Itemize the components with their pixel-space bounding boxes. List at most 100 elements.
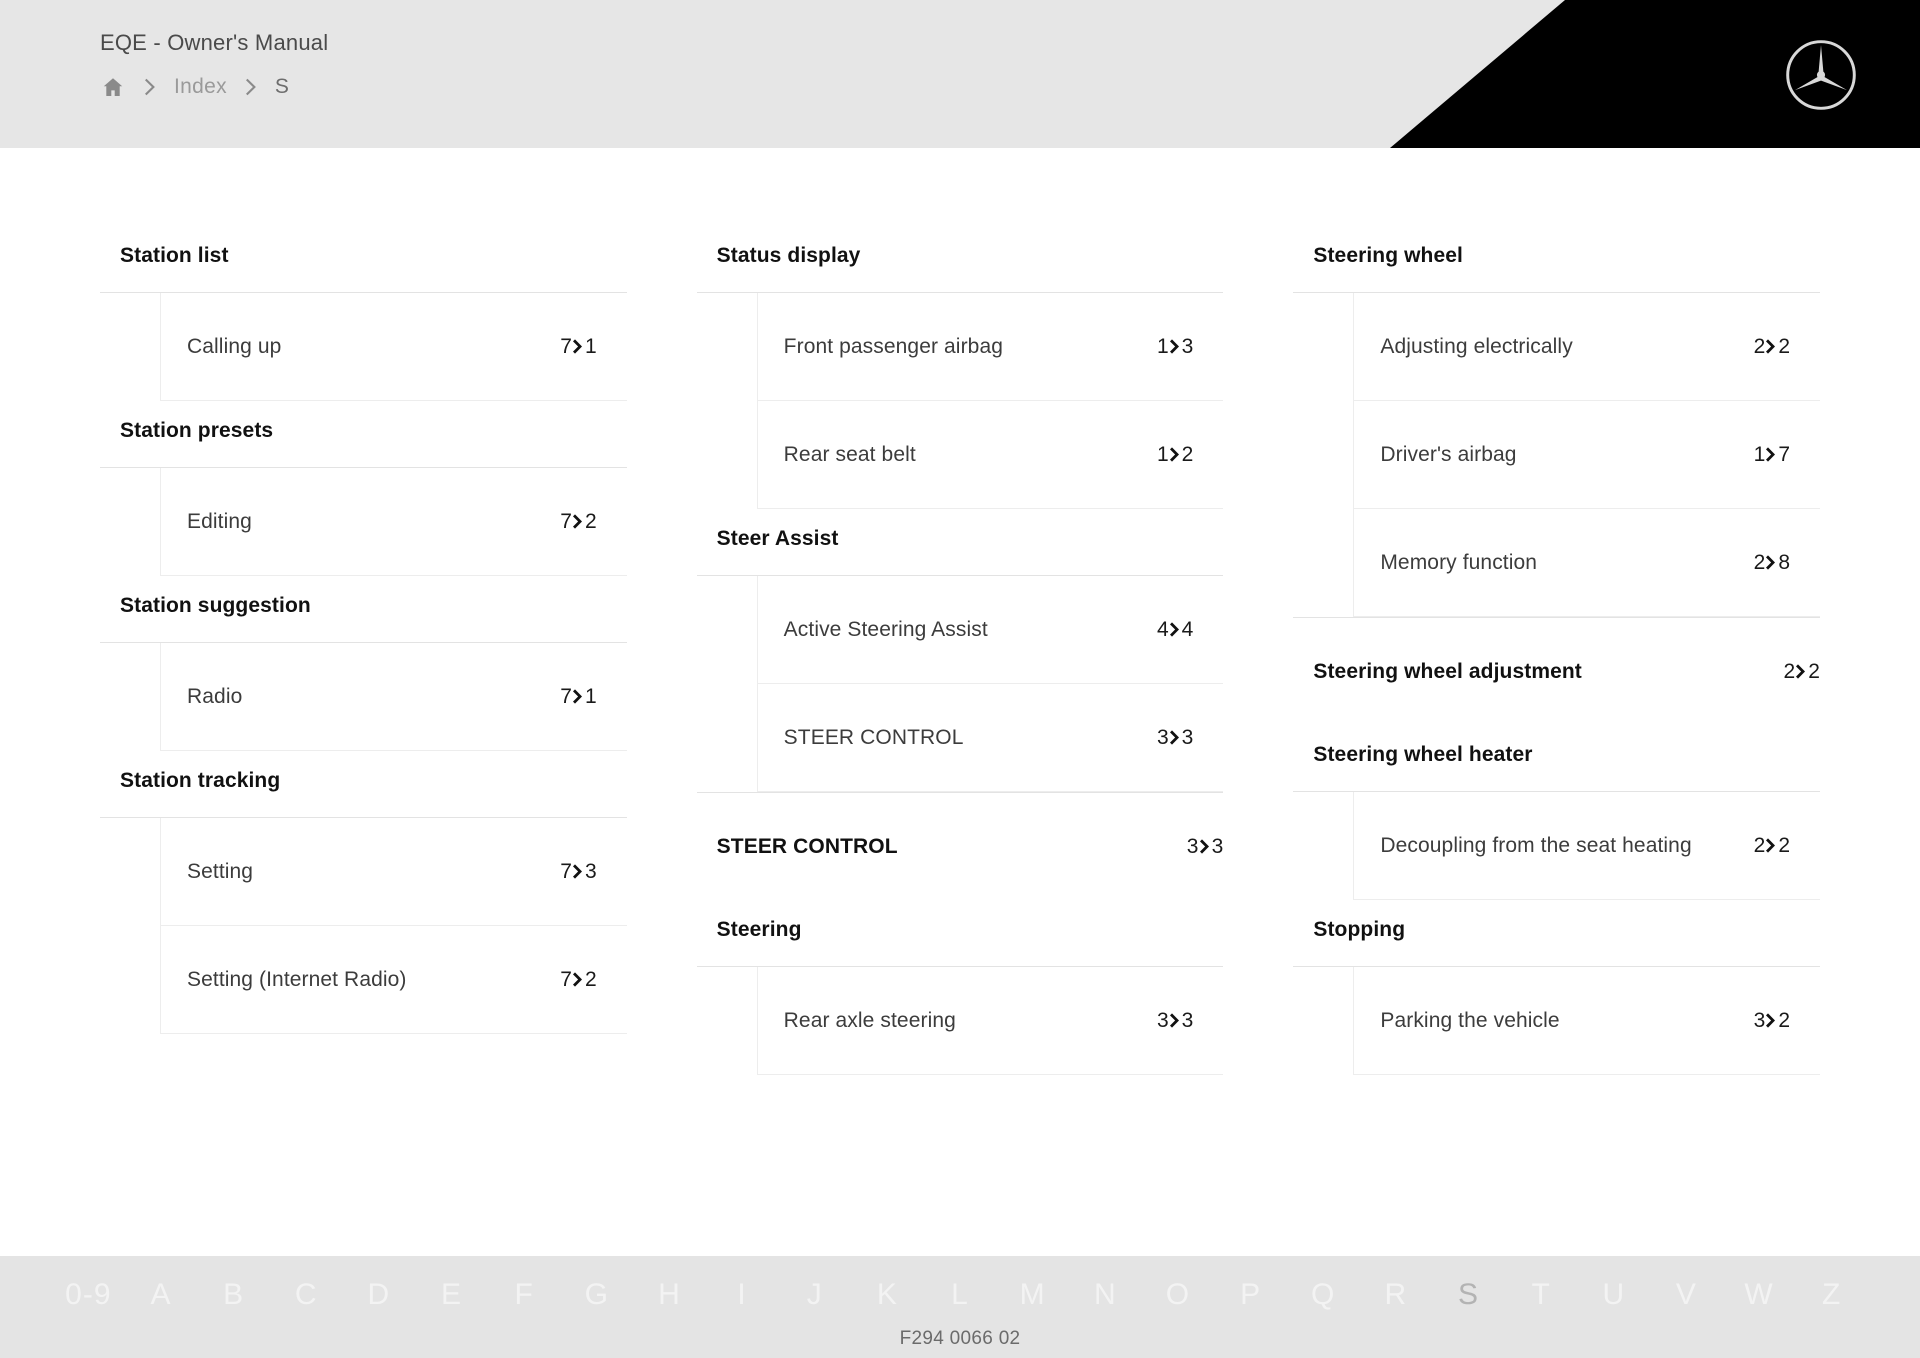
index-entry[interactable]: Radio 7 1 [160, 643, 627, 751]
alphabet-letter-d[interactable]: D [343, 1280, 416, 1310]
alphabet-letter-p[interactable]: P [1214, 1280, 1287, 1310]
index-entry[interactable]: Decoupling from the seat heating 2 2 [1353, 792, 1821, 900]
page-reference-page: 2 [1181, 442, 1194, 466]
index-entry[interactable]: Rear axle steering 3 3 [756, 967, 1224, 1075]
alphabet-letter-h[interactable]: H [633, 1280, 706, 1310]
index-entry[interactable]: Setting (Internet Radio) 7 2 [160, 926, 627, 1034]
alphabet-letter-w[interactable]: W [1723, 1280, 1796, 1310]
index-group-heading: Steering wheel heater [1293, 725, 1820, 785]
page-reference-page: 3 [584, 859, 597, 883]
page-reference-page: 3 [1181, 1008, 1194, 1032]
index-entry-list: Rear axle steering 3 3 [696, 966, 1224, 1075]
index-entry[interactable]: STEER CONTROL 3 3 [756, 684, 1224, 792]
page-reference[interactable]: 44 [1157, 618, 1193, 642]
page-reference[interactable]: 22 [1754, 834, 1790, 858]
page-reference[interactable]: 32 [1754, 1009, 1790, 1033]
alphabet-letter-g[interactable]: G [560, 1280, 633, 1310]
index-group-title: Station presets [120, 419, 274, 442]
index-group-heading: Steering wheel [1293, 226, 1820, 286]
index-entry[interactable]: Rear seat belt 1 2 [756, 401, 1224, 509]
page-reference-page: 2 [584, 509, 597, 533]
index-group-title: Steer Assist [716, 527, 839, 550]
page-reference-page: 1 [584, 684, 597, 708]
page-reference[interactable]: 72 [560, 968, 596, 992]
alphabet-letter-r[interactable]: R [1360, 1280, 1433, 1310]
alphabet-letter-k[interactable]: K [851, 1280, 924, 1310]
alphabet-letter-a[interactable]: A [125, 1280, 198, 1310]
index-entry[interactable]: Calling up 7 1 [160, 293, 627, 401]
page-reference-page: 4 [1181, 617, 1194, 641]
page-reference[interactable]: 33 [1187, 835, 1224, 859]
alphabet-letter-m[interactable]: M [996, 1280, 1069, 1310]
alphabet-letter-u[interactable]: U [1577, 1280, 1650, 1310]
index-group-title: Station list [120, 244, 229, 267]
alphabet-letter-s[interactable]: S [1432, 1280, 1505, 1310]
index-group-heading: Steer Assist [697, 509, 1224, 569]
alphabet-letter-i[interactable]: I [706, 1280, 779, 1310]
chevron-right-icon [126, 78, 174, 96]
index-entry[interactable]: Parking the vehicle 3 2 [1353, 967, 1821, 1075]
alphabet-letter-b[interactable]: B [197, 1280, 270, 1310]
index-entry[interactable]: Setting 7 3 [160, 818, 627, 926]
breadcrumb: Index S [100, 74, 1920, 100]
page-reference[interactable]: 33 [1157, 726, 1193, 750]
alphabet-letter-n[interactable]: N [1069, 1280, 1142, 1310]
chevron-right-icon [227, 78, 275, 96]
page-reference[interactable]: 17 [1754, 443, 1790, 467]
alphabet-letter-v[interactable]: V [1650, 1280, 1723, 1310]
alphabet-letter-o[interactable]: O [1142, 1280, 1215, 1310]
alphabet-letter-z[interactable]: Z [1795, 1280, 1868, 1310]
index-entry[interactable]: Memory function 2 8 [1353, 509, 1821, 617]
alphabet-letter-q[interactable]: Q [1287, 1280, 1360, 1310]
alphabet-letter-0-9[interactable]: 0-9 [52, 1280, 125, 1310]
index-group-heading: Station list [100, 226, 627, 286]
index-group-heading: Status display [697, 226, 1224, 286]
page-reference[interactable]: 28 [1754, 551, 1790, 575]
page-reference[interactable]: 71 [560, 335, 596, 359]
page-reference-page: 8 [1778, 550, 1791, 574]
index-entry[interactable]: Front passenger airbag 1 3 [756, 293, 1224, 401]
index-entry[interactable]: Active Steering Assist 4 4 [756, 576, 1224, 684]
page-reference-page: 2 [1778, 1008, 1791, 1032]
alphabet-letter-c[interactable]: C [270, 1280, 343, 1310]
alphabet-letter-j[interactable]: J [778, 1280, 851, 1310]
page-reference-page: 7 [1778, 442, 1791, 466]
page-reference[interactable]: 73 [560, 860, 596, 884]
page-reference[interactable]: 22 [1783, 660, 1820, 684]
alphabet-letter-e[interactable]: E [415, 1280, 488, 1310]
index-entry-label: Radio [187, 684, 243, 708]
index-entry-label: Setting (Internet Radio) [187, 967, 407, 991]
index-entry-label: Calling up [187, 334, 282, 358]
page-reference[interactable]: 12 [1157, 443, 1193, 467]
index-group-heading-link[interactable]: STEER CONTROL 3 3 [696, 792, 1224, 900]
index-group-title: Status display [716, 244, 861, 267]
index-column: Status display Front passenger airbag 1 3 Re… [696, 226, 1224, 1075]
index-columns: Station list Calling up 7 1 Station presets E… [100, 226, 1821, 1075]
breadcrumb-item-index[interactable]: Index [174, 75, 227, 99]
index-entry[interactable]: Editing 7 2 [160, 468, 627, 576]
index-entry[interactable]: Adjusting electrically 2 2 [1353, 293, 1821, 401]
page-reference[interactable]: 72 [560, 510, 596, 534]
manual-title: EQE - Owner's Manual [100, 30, 329, 55]
index-group-title: Steering [716, 918, 802, 941]
index-group-heading: Stopping [1293, 900, 1820, 960]
page-reference-page: 3 [1181, 725, 1194, 749]
index-group-heading-link[interactable]: Steering wheel adjustment 2 2 [1293, 617, 1821, 725]
index-entry-label: STEER CONTROL [783, 725, 964, 749]
alphabet-letter-t[interactable]: T [1505, 1280, 1578, 1310]
page-reference-page: 1 [584, 334, 597, 358]
home-icon[interactable] [100, 74, 126, 100]
index-group-title: Station suggestion [120, 594, 311, 617]
index-entry-label: Parking the vehicle [1380, 1008, 1560, 1032]
index-group-title: Station tracking [120, 769, 281, 792]
index-entry[interactable]: Driver's airbag 1 7 [1353, 401, 1821, 509]
document-reference: F294 0066 02 [899, 1328, 1021, 1349]
page-reference[interactable]: 33 [1157, 1009, 1193, 1033]
page-reference[interactable]: 13 [1157, 335, 1193, 359]
page-reference-page: 2 [1778, 334, 1791, 358]
page-reference[interactable]: 71 [560, 685, 596, 709]
alphabet-letter-f[interactable]: F [488, 1280, 561, 1310]
index-entry-list: Radio 7 1 [100, 642, 627, 751]
page-reference[interactable]: 22 [1754, 335, 1790, 359]
alphabet-letter-l[interactable]: L [924, 1280, 997, 1310]
